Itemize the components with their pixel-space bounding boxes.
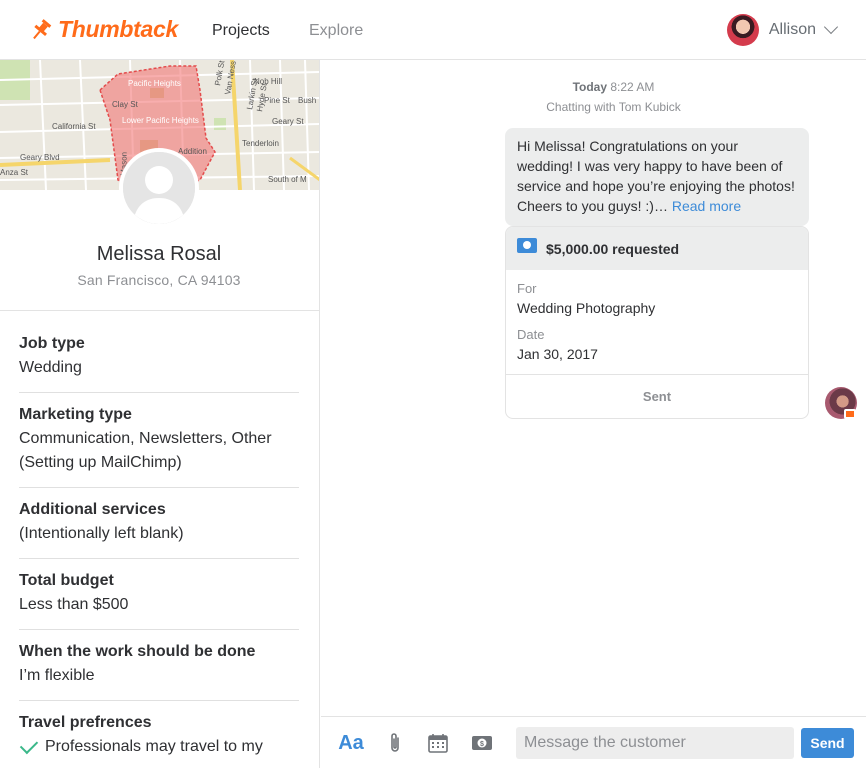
payment-request-card: $5,000.00 requested For Wedding Photogra…	[505, 226, 809, 419]
user-menu[interactable]: Allison	[726, 14, 839, 46]
for-label: For	[517, 281, 537, 296]
conversation-area: Today 8:22 AM Chatting with Tom Kubick H…	[321, 60, 866, 716]
svg-text:Lower Pacific Heights: Lower Pacific Heights	[122, 116, 199, 125]
svg-text:Pacific Heights: Pacific Heights	[128, 79, 181, 88]
user-avatar	[726, 14, 759, 46]
svg-text:South of M: South of M	[268, 175, 307, 184]
message-bubble: Hi Melissa! Congratulations on your wedd…	[505, 128, 809, 226]
payment-details: For Wedding Photography Date Jan 30, 201…	[506, 270, 808, 375]
svg-text:Tenderloin: Tenderloin	[242, 139, 279, 148]
svg-text:Clay St: Clay St	[112, 100, 139, 109]
detail-value: Wedding	[19, 359, 82, 376]
paperclip-icon	[391, 733, 399, 752]
detail-additional-services: Additional services (Intentionally left …	[19, 488, 299, 559]
svg-text:California St: California St	[52, 122, 96, 131]
svg-text:$: $	[480, 741, 484, 748]
message-composer: Aa $ Send	[321, 716, 866, 768]
detail-job-type: Job type Wedding	[19, 322, 299, 393]
payment-status: Sent	[642, 389, 672, 404]
pin-icon	[33, 18, 52, 39]
detail-label: Marketing type	[19, 406, 132, 423]
top-header: Thumbtack Projects Explore Allison	[0, 0, 866, 60]
customer-name: Melissa Rosal	[96, 243, 222, 265]
detail-total-budget: Total budget Less than $500	[19, 559, 299, 630]
read-more-link[interactable]: Read more	[672, 198, 741, 214]
travel-option: Professionals may travel to my	[19, 735, 299, 759]
attach-button[interactable]	[385, 729, 405, 757]
divider	[0, 310, 319, 311]
detail-label: Travel prefrences	[19, 714, 152, 731]
payment-amount: $5,000.00 requested	[546, 240, 680, 257]
nav-tab-explore[interactable]: Explore	[309, 22, 363, 40]
job-details: Job type Wedding Marketing type Communic…	[19, 322, 299, 768]
schedule-button[interactable]	[427, 729, 449, 757]
chat-time: 8:22 AM	[610, 80, 655, 94]
customer-avatar	[119, 148, 199, 228]
person-placeholder-icon	[123, 152, 195, 224]
chatting-with: Chatting with Tom Kubick	[546, 100, 681, 114]
thumbtack-logo[interactable]: Thumbtack	[28, 16, 178, 43]
svg-text:Pine St: Pine St	[264, 96, 291, 105]
date-value: Jan 30, 2017	[517, 346, 598, 362]
chat-day: Today	[572, 80, 608, 94]
svg-text:Geary St: Geary St	[272, 117, 304, 126]
detail-travel-preferences: Travel prefrences Professionals may trav…	[19, 701, 299, 768]
message-input[interactable]	[516, 727, 794, 759]
request-payment-button[interactable]: $	[471, 729, 493, 757]
detail-value: Communication, Newsletters, Other (Setti…	[19, 430, 272, 471]
send-button[interactable]: Send	[801, 728, 854, 758]
money-icon	[517, 238, 537, 253]
payment-request-header: $5,000.00 requested	[506, 227, 808, 270]
detail-label: Job type	[19, 335, 85, 352]
text-format-icon: Aa	[338, 731, 364, 754]
detail-marketing-type: Marketing type Communication, Newsletter…	[19, 393, 299, 488]
customer-panel: Pacific Heights Clay St California St Lo…	[0, 60, 320, 768]
svg-text:Anza St: Anza St	[0, 168, 29, 177]
brand-name: Thumbtack	[58, 16, 178, 42]
chevron-down-icon	[823, 19, 839, 35]
detail-label: Additional services	[19, 501, 166, 518]
payment-icon: $	[472, 736, 492, 750]
pro-badge-icon	[844, 409, 856, 419]
customer-location: San Francisco, CA 94103	[77, 272, 241, 288]
checkmark-icon	[19, 735, 39, 755]
detail-value: I’m flexible	[19, 667, 95, 684]
chat-meta: Today 8:22 AM Chatting with Tom Kubick	[521, 80, 706, 114]
detail-value: (Intentionally left blank)	[19, 525, 184, 542]
message-text: Hi Melissa! Congratulations on your wedd…	[517, 138, 795, 214]
user-name: Allison	[768, 21, 816, 38]
text-format-button[interactable]: Aa	[336, 729, 366, 757]
calendar-icon	[428, 734, 448, 753]
detail-label: Total budget	[19, 572, 114, 589]
detail-value: Less than $500	[19, 596, 129, 613]
svg-text:Geary Blvd: Geary Blvd	[20, 153, 60, 162]
chat-timestamp: Today 8:22 AM	[521, 80, 706, 94]
detail-timing: When the work should be done I’m flexibl…	[19, 630, 299, 701]
nav-tab-projects[interactable]: Projects	[212, 22, 270, 40]
for-value: Wedding Photography	[517, 300, 656, 316]
svg-text:Bush: Bush	[298, 96, 316, 105]
detail-label: When the work should be done	[19, 643, 256, 660]
detail-value: Professionals may travel to my	[45, 738, 263, 755]
date-label: Date	[517, 327, 545, 342]
